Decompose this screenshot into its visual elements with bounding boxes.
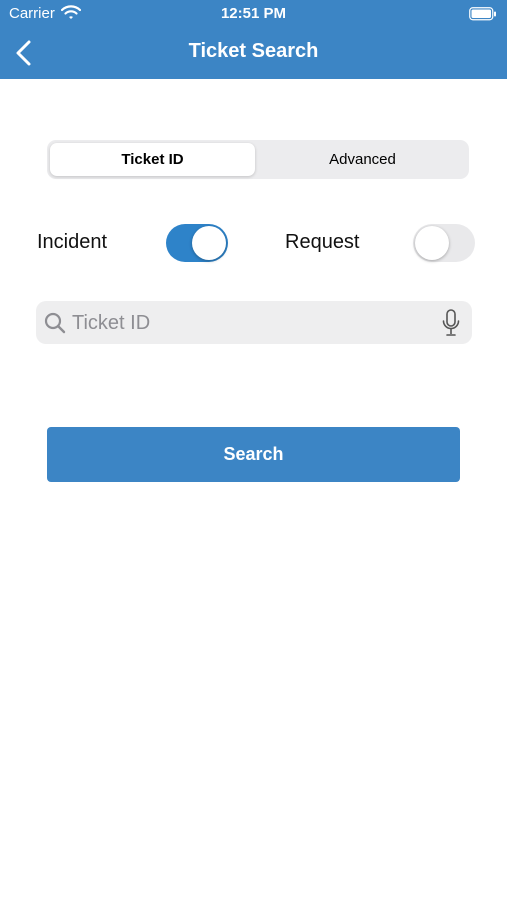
microphone-icon[interactable] bbox=[442, 309, 460, 342]
incident-toggle[interactable] bbox=[166, 224, 228, 262]
toggle-knob bbox=[192, 226, 226, 260]
search-mode-segmented-control: Ticket ID Advanced bbox=[47, 140, 469, 179]
search-icon bbox=[44, 312, 66, 339]
battery-icon bbox=[469, 7, 497, 25]
search-button[interactable]: Search bbox=[47, 427, 460, 482]
segment-advanced[interactable]: Advanced bbox=[259, 143, 466, 176]
toggle-knob bbox=[415, 226, 449, 260]
status-time: 12:51 PM bbox=[220, 5, 287, 22]
status-bar: Carrier 12:51 PM bbox=[0, 0, 507, 28]
page-title: Ticket Search bbox=[188, 40, 319, 62]
incident-label: Incident bbox=[37, 231, 108, 253]
request-label: Request bbox=[285, 231, 360, 253]
ticket-search-bar bbox=[36, 301, 472, 344]
request-toggle[interactable] bbox=[413, 224, 475, 262]
header-bar: Carrier 12:51 PM Ticket Search bbox=[0, 0, 507, 79]
ticket-id-input[interactable] bbox=[70, 307, 434, 340]
segment-ticket-id[interactable]: Ticket ID bbox=[50, 143, 255, 176]
